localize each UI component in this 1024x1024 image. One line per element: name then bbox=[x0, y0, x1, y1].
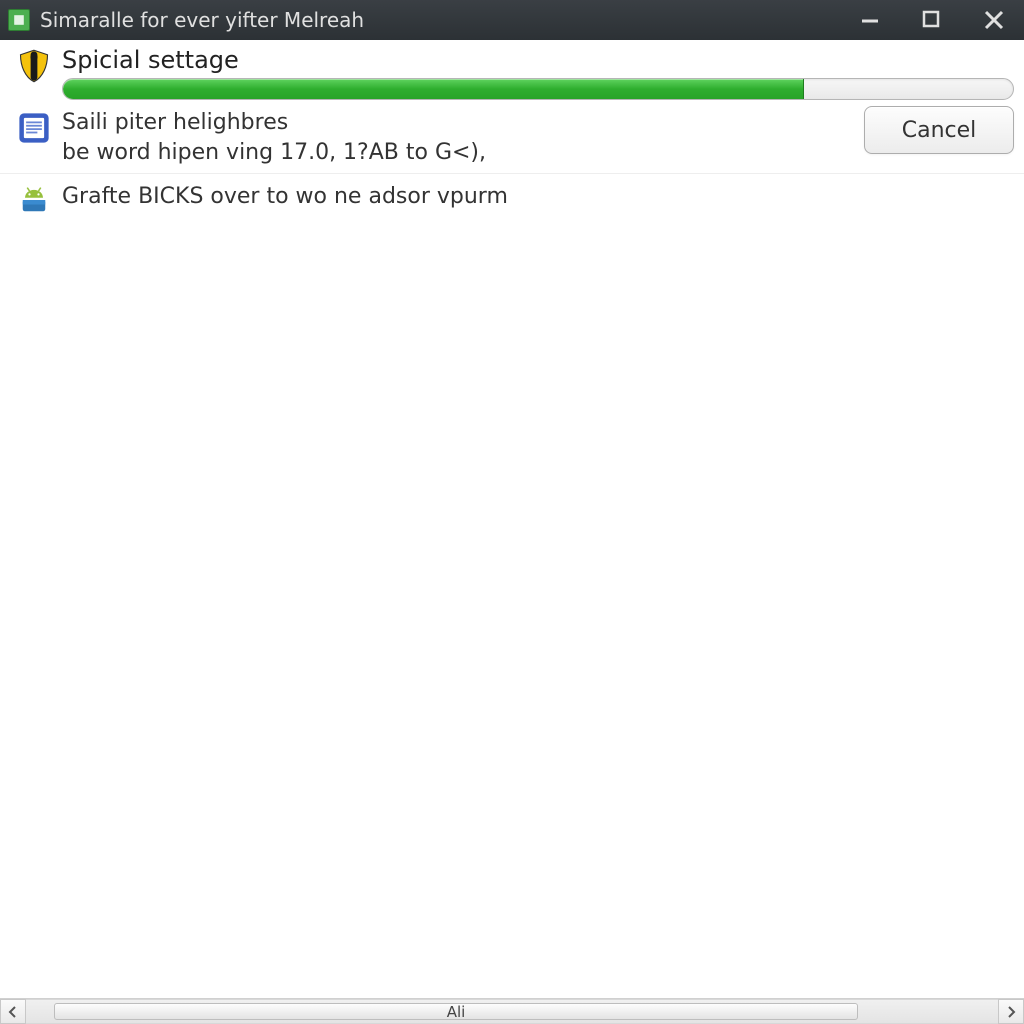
status-line-2: be word hipen ving 17.0, 1?AB to G<), bbox=[62, 138, 864, 168]
info-section: Grafte BICKS over to wo ne adsor vpurm bbox=[0, 174, 1024, 224]
scroll-thumb-label: Ali bbox=[447, 1003, 466, 1021]
scroll-left-button[interactable] bbox=[0, 999, 26, 1024]
window-title: Simaralle for ever yifter Melreah bbox=[40, 8, 856, 32]
horizontal-scrollbar[interactable]: Ali bbox=[0, 998, 1024, 1024]
cancel-button-label: Cancel bbox=[902, 118, 977, 143]
status-section: Saili piter helighbres be word hipen vin… bbox=[0, 102, 1024, 174]
status-line-1: Saili piter helighbres bbox=[62, 108, 864, 138]
chevron-right-icon bbox=[1005, 1006, 1017, 1018]
progress-bar bbox=[62, 78, 1014, 100]
progress-section: Spicial settage bbox=[0, 40, 1024, 102]
shield-icon bbox=[10, 46, 58, 84]
maximize-button[interactable] bbox=[918, 6, 946, 34]
minimize-button[interactable] bbox=[856, 6, 884, 34]
progress-heading: Spicial settage bbox=[62, 46, 1014, 74]
scroll-track[interactable]: Ali bbox=[26, 999, 998, 1024]
android-icon bbox=[10, 182, 58, 218]
content-area: Spicial settage Saili piter helighbres b… bbox=[0, 40, 1024, 1024]
info-text: Grafte BICKS over to wo ne adsor vpurm bbox=[62, 182, 1014, 212]
close-button[interactable] bbox=[980, 6, 1008, 34]
titlebar: Simaralle for ever yifter Melreah bbox=[0, 0, 1024, 40]
document-icon bbox=[10, 106, 58, 146]
scroll-thumb[interactable]: Ali bbox=[54, 1003, 858, 1020]
chevron-left-icon bbox=[7, 1006, 19, 1018]
scroll-right-button[interactable] bbox=[998, 999, 1024, 1024]
window-controls bbox=[856, 6, 1018, 34]
cancel-button[interactable]: Cancel bbox=[864, 106, 1014, 154]
app-icon bbox=[8, 9, 30, 31]
progress-fill bbox=[63, 79, 804, 99]
